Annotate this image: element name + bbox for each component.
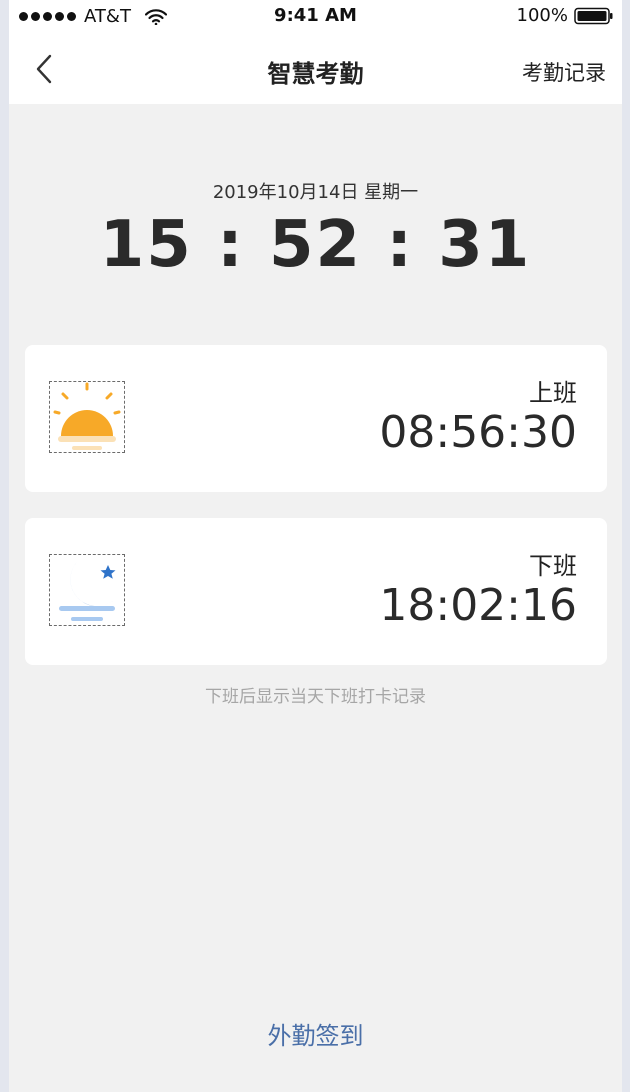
checkout-label: 下班 <box>529 552 577 580</box>
sun-icon <box>49 381 125 453</box>
checkout-card: 下班 18:02:16 <box>25 518 607 665</box>
checkin-time: 08:56:30 <box>379 407 577 458</box>
status-bar: AT&T 9:41 AM 100% <box>9 0 622 34</box>
current-date: 2019年10月14日 星期一 <box>212 182 419 203</box>
checkin-label: 上班 <box>529 379 577 407</box>
field-checkin-container: 外勤签到 <box>9 1016 622 1051</box>
checkin-card: 上班 08:56:30 <box>25 345 607 492</box>
battery-icon <box>574 7 613 24</box>
field-checkin-button[interactable]: 外勤签到 <box>268 1022 364 1050</box>
moon-icon <box>49 554 125 626</box>
attendance-records-link[interactable]: 考勤记录 <box>522 57 606 87</box>
checkout-time: 18:02:16 <box>379 580 577 631</box>
current-time: 15 : 52 : 31 <box>99 208 532 282</box>
status-right: 100% <box>517 5 614 26</box>
app-screen: AT&T 9:41 AM 100% 智慧考勤 考勤记录 2019年10月14日 <box>9 0 622 1092</box>
nav-bar: 智慧考勤 考勤记录 <box>9 34 622 104</box>
checkout-hint: 下班后显示当天下班打卡记录 <box>205 687 426 707</box>
battery-percent: 100% <box>516 5 568 26</box>
